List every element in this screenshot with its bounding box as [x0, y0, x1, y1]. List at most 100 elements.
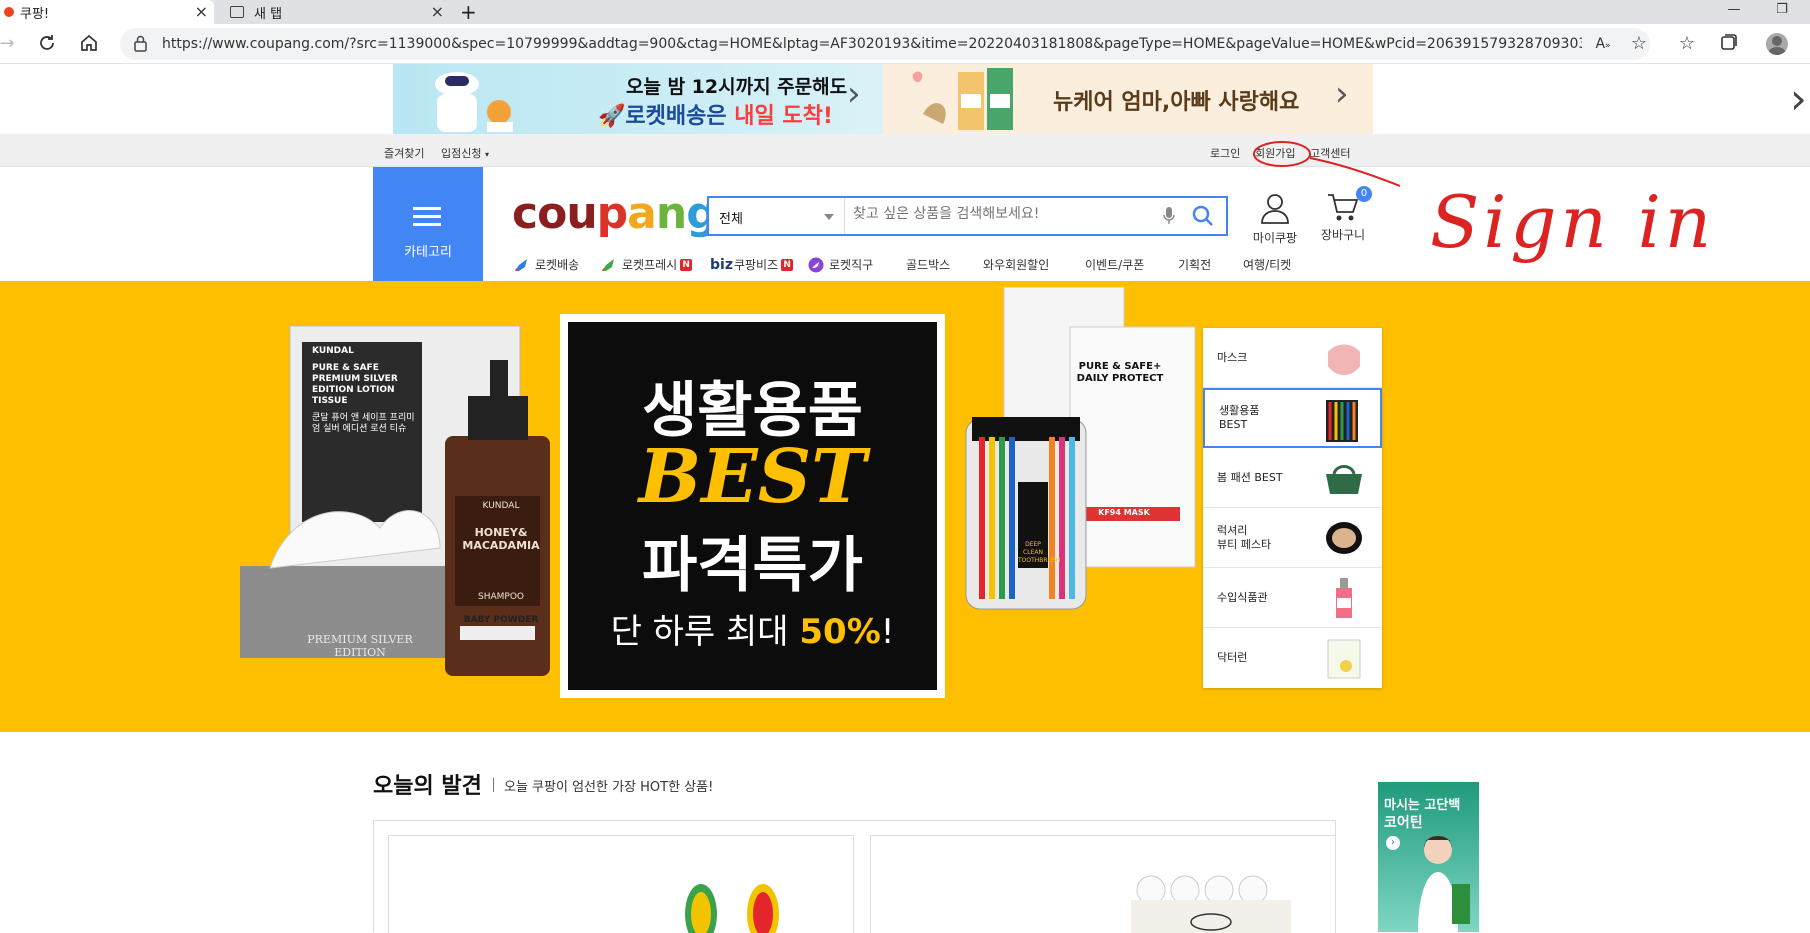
- read-aloud-icon[interactable]: A»: [1592, 33, 1614, 55]
- banner-next-arrow[interactable]: ›: [1790, 74, 1807, 123]
- bookmark-link[interactable]: 즐겨찾기: [384, 145, 424, 161]
- coupang-favicon-icon: [4, 7, 14, 17]
- newcare-product-icon: [912, 68, 1013, 130]
- minimize-button[interactable]: —: [1714, 0, 1754, 22]
- promo-left-line2: 🚀로켓배송은 내일 도착!: [598, 104, 833, 129]
- logo-letter: c: [512, 188, 538, 239]
- microphone-icon[interactable]: [1163, 207, 1175, 225]
- subnav-rocket-global[interactable]: 로켓직구: [807, 256, 873, 273]
- new-tab-page-icon: [230, 6, 244, 18]
- url-text: https://www.coupang.com/?src=1139000&spe…: [162, 36, 1582, 52]
- collections-icon[interactable]: [1718, 33, 1740, 55]
- subnav-goldbox[interactable]: 골드박스: [906, 256, 950, 273]
- profile-avatar[interactable]: [1766, 33, 1788, 55]
- bag-thumb-icon: [1326, 465, 1362, 494]
- login-link[interactable]: 로그인: [1210, 145, 1240, 161]
- today-card-tissue[interactable]: [870, 835, 1336, 933]
- promo-banner-rocket[interactable]: 오늘 밤 12시까지 주문해도 🚀로켓배송은 내일 도착! ›: [393, 64, 883, 134]
- model-image: [1418, 836, 1470, 932]
- divider: [493, 778, 494, 792]
- promo-banner-newcare[interactable]: 뉴케어 엄마,아빠 사랑해요 ›: [883, 64, 1373, 134]
- side-item-spring-fashion[interactable]: 봄 패션 BEST: [1203, 448, 1382, 508]
- supplement-box-thumb-icon: [1327, 639, 1361, 679]
- logo-letter: n: [655, 188, 687, 239]
- tab-title: 쿠팡!: [20, 6, 50, 22]
- play-arrow-icon: ›: [1386, 836, 1400, 850]
- hero-best: BEST: [638, 434, 867, 520]
- cushion-thumb-icon: [1326, 522, 1362, 554]
- toothbrush-label: DEEP CLEAN TOOTHBRUSH: [1018, 541, 1061, 564]
- search-scope-select[interactable]: 전체: [709, 198, 845, 234]
- home-icon[interactable]: [78, 33, 100, 55]
- address-bar[interactable]: https://www.coupang.com/?src=1139000&spe…: [120, 28, 1650, 60]
- rocket-global-icon: [808, 257, 824, 272]
- mask-label: PURE & SAFE+ DAILY PROTECT: [1076, 361, 1164, 384]
- subnav-exhibition[interactable]: 기획전: [1178, 256, 1211, 273]
- hero-side-menu: 마스크 생활용품 BEST 봄 패션 BEST 럭셔리 뷰티 페스타 수입식품관…: [1203, 328, 1382, 688]
- today-section-subtitle: 오늘 쿠팡이 엄선한 가장 HOT한 상품!: [504, 780, 714, 795]
- favorites-icon[interactable]: ☆: [1676, 33, 1698, 55]
- close-tab-icon[interactable]: ×: [195, 2, 208, 21]
- tab-title: 새 탭: [254, 6, 283, 22]
- browser-tab-bar: 쿠팡! × 새 탭 × + — ❐: [0, 0, 1810, 24]
- delivery-robot-icon: [435, 72, 513, 132]
- hero-promo-box[interactable]: 생활용품 BEST 파격특가 단 하루 최대 50%!: [560, 314, 945, 698]
- search-input[interactable]: [853, 206, 1153, 222]
- hero-subtitle: 단 하루 최대 50%!: [610, 612, 895, 652]
- search-icon[interactable]: [1191, 204, 1215, 228]
- promo-left-line1: 오늘 밤 12시까지 주문해도: [626, 76, 848, 98]
- mask-toothbrush-product-image: [965, 287, 1196, 610]
- today-cards: [373, 820, 1336, 933]
- new-badge: N: [680, 258, 693, 271]
- logo-letter: o: [537, 188, 567, 239]
- add-favorite-icon[interactable]: ☆: [1628, 33, 1650, 55]
- tab-coupang[interactable]: 쿠팡! ×: [0, 0, 214, 24]
- search-bar: 전체: [707, 196, 1228, 236]
- close-tab-icon[interactable]: ×: [431, 2, 444, 21]
- new-badge: N: [781, 258, 794, 271]
- seller-apply-link[interactable]: 입점신청 ▾: [441, 145, 489, 161]
- new-tab-button[interactable]: +: [460, 0, 480, 24]
- mask-type-label: KF94 MASK: [1098, 508, 1150, 517]
- today-section-title: 오늘의 발견: [373, 774, 482, 799]
- side-ad-coreteen[interactable]: 마시는 고단백 코어틴 ›: [1378, 782, 1479, 932]
- subnav-rocket-fresh[interactable]: 로켓프레시 N: [600, 256, 693, 273]
- tissue-roll-product-image: [1131, 875, 1291, 933]
- subnav-coupang-biz[interactable]: biz 쿠팡비즈 N: [710, 256, 794, 273]
- side-item-doctor-run[interactable]: 닥터런: [1203, 628, 1382, 688]
- subnav-rocket[interactable]: 로켓배송: [513, 256, 579, 273]
- subnav-events[interactable]: 이벤트/쿠폰: [1085, 256, 1144, 273]
- refresh-icon[interactable]: [36, 33, 58, 55]
- logo-letter: p: [596, 188, 628, 239]
- side-item-luxury-beauty[interactable]: 럭셔리 뷰티 페스타: [1203, 508, 1382, 568]
- handwritten-signin-annotation: Sign in: [1430, 180, 1716, 264]
- shampoo-label: KUNDAL HONEY& MACADAMIA SHAMPOO BABY POW…: [462, 501, 540, 625]
- toothbrush-thumb-icon: [1326, 400, 1358, 442]
- chevron-right-icon: ›: [1335, 74, 1349, 114]
- coupang-logo[interactable]: coupang: [512, 188, 718, 239]
- lock-icon: [134, 35, 147, 52]
- side-item-imported-food[interactable]: 수입식품관: [1203, 568, 1382, 628]
- chevron-right-icon: ›: [847, 74, 861, 114]
- bottle-thumb-icon: [1336, 578, 1352, 618]
- hamburger-icon: [413, 207, 441, 227]
- side-item-mask[interactable]: 마스크: [1203, 328, 1382, 388]
- tab-new[interactable]: 새 탭 ×: [222, 0, 450, 24]
- logo-letter: u: [566, 188, 597, 239]
- browser-toolbar: → https://www.coupang.com/?src=1139000&s…: [0, 24, 1810, 64]
- today-card-toothbrush[interactable]: [388, 835, 854, 933]
- forward-icon[interactable]: →: [0, 33, 18, 55]
- toothbrush-product-image: [685, 884, 779, 933]
- subnav-wow-discount[interactable]: 와우회원할인: [983, 256, 1049, 273]
- restore-button[interactable]: ❐: [1762, 0, 1802, 22]
- search-scope-value: 전체: [719, 212, 743, 227]
- mask-thumb-icon: [1328, 344, 1360, 375]
- promo-right-text: 뉴케어 엄마,아빠 사랑해요: [1053, 90, 1300, 115]
- tissue-box-label: PREMIUM SILVER EDITION: [307, 633, 413, 659]
- logo-letter: a: [627, 188, 657, 239]
- category-button[interactable]: 카테고리: [373, 167, 483, 281]
- rocket-green-icon: [602, 258, 614, 271]
- side-item-living-best[interactable]: 생활용품 BEST: [1203, 388, 1382, 448]
- side-ad-line1: 마시는 고단백: [1384, 798, 1461, 813]
- hero-sale: 파격특가: [642, 531, 863, 601]
